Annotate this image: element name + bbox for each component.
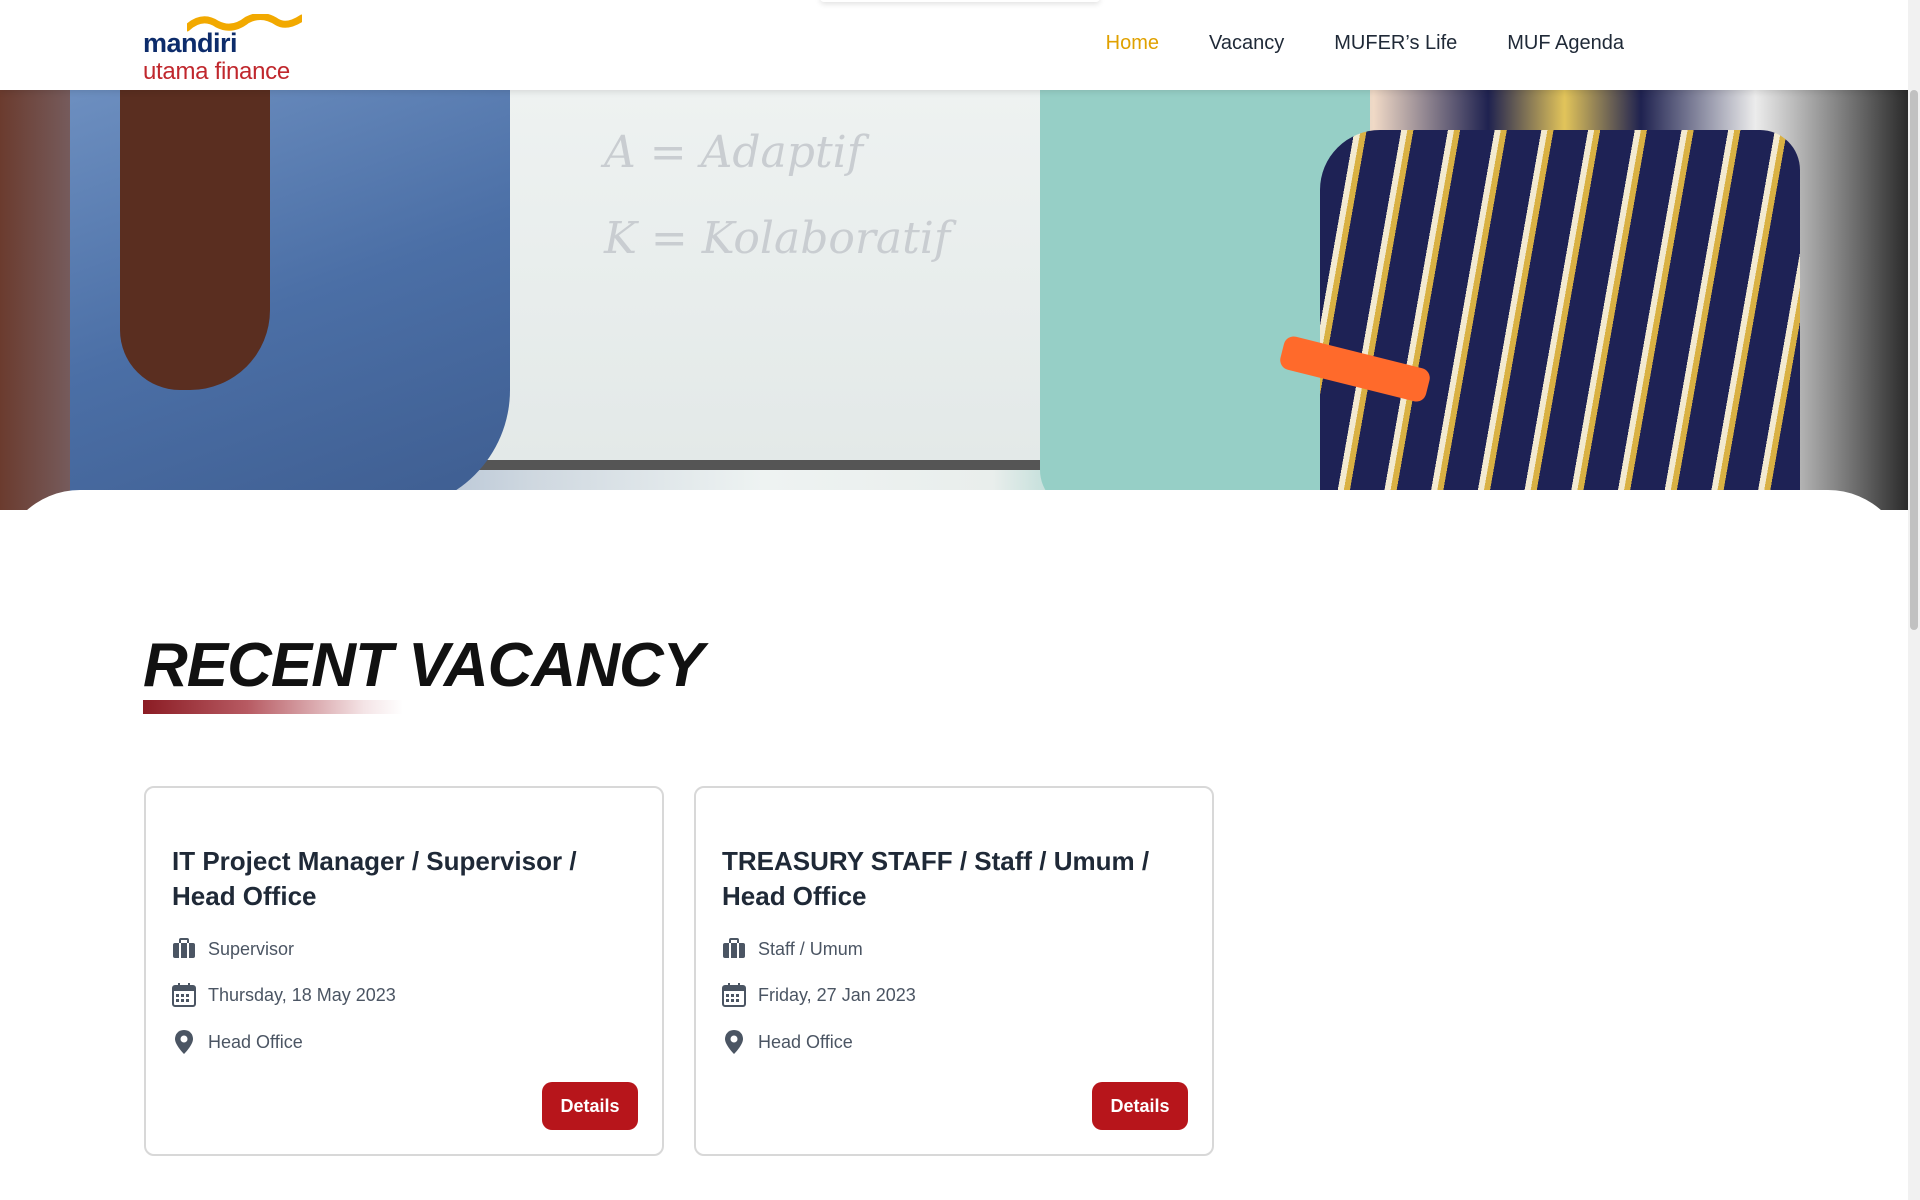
- nav-home[interactable]: Home: [1106, 32, 1159, 55]
- logo-text-top: mandiri: [143, 28, 238, 58]
- vacancy-date: Thursday, 18 May 2023: [172, 983, 396, 1007]
- vacancy-title: IT Project Manager / Supervisor / Head O…: [172, 846, 577, 911]
- vacancy-level-text: Supervisor: [208, 938, 295, 959]
- vacancy-location: Head Office: [722, 1029, 853, 1055]
- vacancy-title: TREASURY STAFF / Staff / Umum / Head Off…: [722, 846, 1150, 911]
- page: mandiri utama finance Home Vacancy MUFER…: [0, 0, 1920, 1200]
- briefcase-icon: [173, 938, 195, 958]
- scrollbar-thumb[interactable]: [1910, 90, 1918, 630]
- calendar-icon: [722, 983, 746, 1007]
- content-panel: RECENT VACANCY IT Project Manager / Supe…: [0, 490, 1908, 1200]
- vacancy-date: Friday, 27 Jan 2023: [722, 983, 916, 1007]
- vacancy-location-text: Head Office: [208, 1031, 303, 1052]
- details-button[interactable]: Details: [1092, 1082, 1188, 1130]
- vacancy-date-text: Friday, 27 Jan 2023: [758, 984, 916, 1005]
- whiteboard-line-2: K = Kolaboratif: [604, 213, 951, 264]
- vacancy-card: TREASURY STAFF / Staff / Umum / Head Off…: [694, 786, 1214, 1156]
- title-underline: [143, 700, 403, 714]
- vacancy-card: IT Project Manager / Supervisor / Head O…: [144, 786, 664, 1156]
- nav-vacancy[interactable]: Vacancy: [1209, 32, 1284, 55]
- logo-text-bottom: utama finance: [143, 58, 290, 85]
- map-pin-icon: [175, 1030, 193, 1054]
- vacancy-location: Head Office: [172, 1029, 303, 1055]
- site-header: mandiri utama finance Home Vacancy MUFER…: [0, 0, 1908, 90]
- whiteboard-text: A = Adaptif K = Kolaboratif: [604, 110, 950, 282]
- whiteboard: A = Adaptif K = Kolaboratif: [420, 90, 1080, 470]
- main-nav: Home Vacancy MUFER’s Life MUF Agenda: [1106, 32, 1624, 55]
- vacancy-location-text: Head Office: [758, 1031, 853, 1052]
- nav-muf-agenda[interactable]: MUF Agenda: [1507, 32, 1624, 55]
- vacancy-level: Supervisor: [172, 938, 294, 960]
- person-hair: [120, 90, 270, 390]
- logo[interactable]: mandiri utama finance: [143, 14, 302, 85]
- scrollbar[interactable]: [1908, 0, 1920, 1200]
- whiteboard-line-1: A = Adaptif: [604, 127, 863, 178]
- hero-carousel: A = Adaptif K = Kolaboratif: [0, 90, 1908, 510]
- vacancy-date-text: Thursday, 18 May 2023: [208, 984, 396, 1005]
- map-pin-icon: [725, 1030, 743, 1054]
- person-striped-shirt: [1320, 130, 1800, 510]
- top-pill: [820, 0, 1100, 2]
- details-button[interactable]: Details: [542, 1082, 638, 1130]
- briefcase-icon: [723, 938, 745, 958]
- vacancy-level-text: Staff / Umum: [758, 938, 863, 959]
- calendar-icon: [172, 983, 196, 1007]
- nav-mufers-life[interactable]: MUFER’s Life: [1334, 32, 1457, 55]
- vacancy-level: Staff / Umum: [722, 938, 863, 960]
- section-title: RECENT VACANCY: [143, 631, 704, 700]
